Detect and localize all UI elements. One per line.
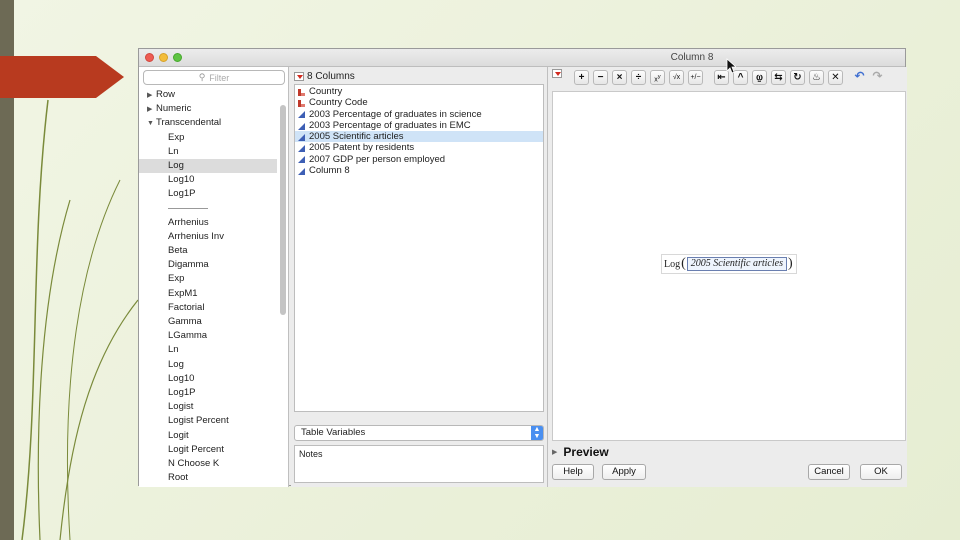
function-item[interactable]: N Choose K — [139, 457, 277, 471]
function-item[interactable]: Beta — [139, 244, 277, 258]
close-paren: ) — [787, 256, 793, 271]
continuous-column-icon — [298, 155, 306, 164]
function-browser: ⚲ Filter ▶ Row ▶ Numeric ▼ Transcendental E… — [139, 67, 289, 487]
function-item[interactable]: Logist Percent — [139, 414, 277, 428]
root-icon[interactable]: √x — [669, 70, 684, 85]
function-item[interactable]: Ln — [139, 145, 277, 159]
notes-label: Notes — [299, 449, 323, 459]
select-arrows-icon: ▲ ▼ — [531, 426, 543, 440]
cancel-button[interactable]: Cancel — [808, 464, 850, 480]
function-item[interactable]: Digamma — [139, 258, 277, 272]
columns-pane: 8 Columns Country Country Code 2003 Perc… — [291, 67, 547, 487]
fire-icon[interactable]: ♨ — [809, 70, 824, 85]
function-item[interactable]: Root — [139, 471, 277, 485]
function-item[interactable]: Log — [139, 358, 277, 372]
variables-select-value: Table Variables — [301, 427, 366, 438]
function-item[interactable]: Logist — [139, 400, 277, 414]
function-item[interactable]: ExpM1 — [139, 287, 277, 301]
function-item[interactable]: Exp — [139, 131, 277, 145]
function-item[interactable]: Arrhenius — [139, 216, 277, 230]
minus-icon[interactable]: − — [593, 70, 608, 85]
column-item[interactable]: 2005 Patent by residents — [295, 142, 543, 153]
plus-minus-icon[interactable]: +/− — [688, 70, 703, 85]
function-list-scrollbar[interactable] — [280, 105, 286, 315]
function-list: ▶ Row ▶ Numeric ▼ Transcendental Exp Ln Log… — [139, 88, 277, 487]
nominal-column-icon — [298, 99, 306, 107]
divide-icon[interactable]: ÷ — [631, 70, 646, 85]
columns-list: Country Country Code 2003 Percentage of … — [294, 84, 544, 412]
times-icon[interactable]: × — [612, 70, 627, 85]
red-triangle-menu-icon[interactable] — [294, 71, 304, 81]
function-item[interactable]: Log1P — [139, 187, 277, 201]
column-item[interactable]: Column 8 — [295, 165, 543, 176]
title-bar: Column 8 — [139, 49, 905, 67]
columns-count-label: 8 Columns — [307, 70, 355, 82]
disclosure-right-icon: ▶ — [147, 92, 153, 99]
columns-header: 8 Columns — [294, 69, 355, 83]
continuous-column-icon — [298, 167, 306, 175]
formula-editor-pane: + − × ÷ xy √x +/− ⇤ ^ ⍹ ⇆ ↻ ♨ ✕ ↶ ↷ Log … — [547, 67, 907, 487]
variables-select[interactable]: Table Variables ▲ ▼ — [294, 425, 544, 441]
preview-label: Preview — [563, 445, 609, 459]
column-item[interactable]: 2003 Percentage of graduates in EMC — [295, 120, 543, 131]
function-item[interactable]: Exp — [139, 272, 277, 286]
formula-argument[interactable]: 2005 Scientific articles — [686, 257, 787, 271]
function-item[interactable]: Logit — [139, 429, 277, 443]
redo-icon[interactable]: ↷ — [870, 70, 885, 85]
filter-placeholder: Filter — [209, 72, 230, 83]
function-group-transcendental[interactable]: ▼ Transcendental — [139, 116, 277, 130]
undo-icon[interactable]: ↶ — [852, 70, 867, 85]
mouse-cursor-icon — [726, 58, 736, 74]
power-icon[interactable]: xy — [650, 70, 665, 85]
delete-icon[interactable]: ✕ — [828, 70, 843, 85]
continuous-column-icon — [298, 144, 306, 153]
filter-input[interactable]: ⚲ Filter — [143, 70, 285, 85]
window-title: Column 8 — [670, 52, 714, 63]
plus-icon[interactable]: + — [574, 70, 589, 85]
function-item[interactable]: Logit Percent — [139, 443, 277, 457]
function-item[interactable]: Gamma — [139, 315, 277, 329]
function-item[interactable]: Log1P — [139, 386, 277, 400]
peel-icon[interactable]: ⍹ — [752, 70, 767, 85]
notes-field[interactable]: Notes — [294, 445, 544, 483]
function-item-selected[interactable]: Log — [139, 158, 277, 174]
preview-section[interactable]: ▶ Preview — [552, 443, 906, 461]
nominal-column-icon — [298, 88, 306, 96]
apply-button[interactable]: Apply — [602, 464, 646, 480]
column-item[interactable]: 2003 Percentage of graduates in science — [295, 109, 543, 120]
function-item[interactable]: Log10 — [139, 173, 277, 187]
search-icon: ⚲ — [198, 72, 206, 82]
slide-red-arrow — [0, 56, 124, 98]
help-button[interactable]: Help — [552, 464, 594, 480]
continuous-column-icon — [298, 122, 306, 130]
function-item[interactable]: Log10 — [139, 372, 277, 386]
continuous-column-icon — [298, 133, 306, 141]
disclosure-right-icon: ▶ — [552, 449, 558, 456]
ok-button[interactable]: OK — [860, 464, 902, 480]
function-item[interactable]: Ln — [139, 343, 277, 357]
column-item[interactable]: Country Code — [295, 97, 543, 108]
list-separator — [139, 202, 277, 216]
function-item[interactable]: LGamma — [139, 329, 277, 343]
function-item[interactable]: Arrhenius Inv — [139, 230, 277, 244]
column-item[interactable]: Country — [295, 86, 543, 97]
column-item-selected[interactable]: 2005 Scientific articles — [295, 131, 543, 143]
local-icon[interactable]: ↻ — [790, 70, 805, 85]
function-group-numeric[interactable]: ▶ Numeric — [139, 102, 277, 116]
formula-expression[interactable]: Log ( 2005 Scientific articles ) — [661, 254, 797, 274]
function-group-row[interactable]: ▶ Row — [139, 88, 277, 102]
continuous-column-icon — [298, 110, 306, 119]
open-paren: ( — [681, 256, 686, 271]
disclosure-right-icon: ▶ — [147, 106, 153, 114]
editor-red-triangle-menu-icon[interactable] — [552, 69, 562, 78]
formula-editor-window: Column 8 ⚲ Filter ▶ Row ▶ Numeric ▼ Transce… — [138, 48, 907, 487]
swap-icon[interactable]: ⇆ — [771, 70, 786, 85]
formula-canvas[interactable]: Log ( 2005 Scientific articles ) — [552, 91, 906, 441]
function-item[interactable]: Factorial — [139, 301, 277, 315]
formula-function-name: Log — [664, 258, 681, 270]
column-item[interactable]: 2007 GDP per person employed — [295, 154, 543, 165]
disclosure-down-icon: ▼ — [147, 120, 154, 128]
